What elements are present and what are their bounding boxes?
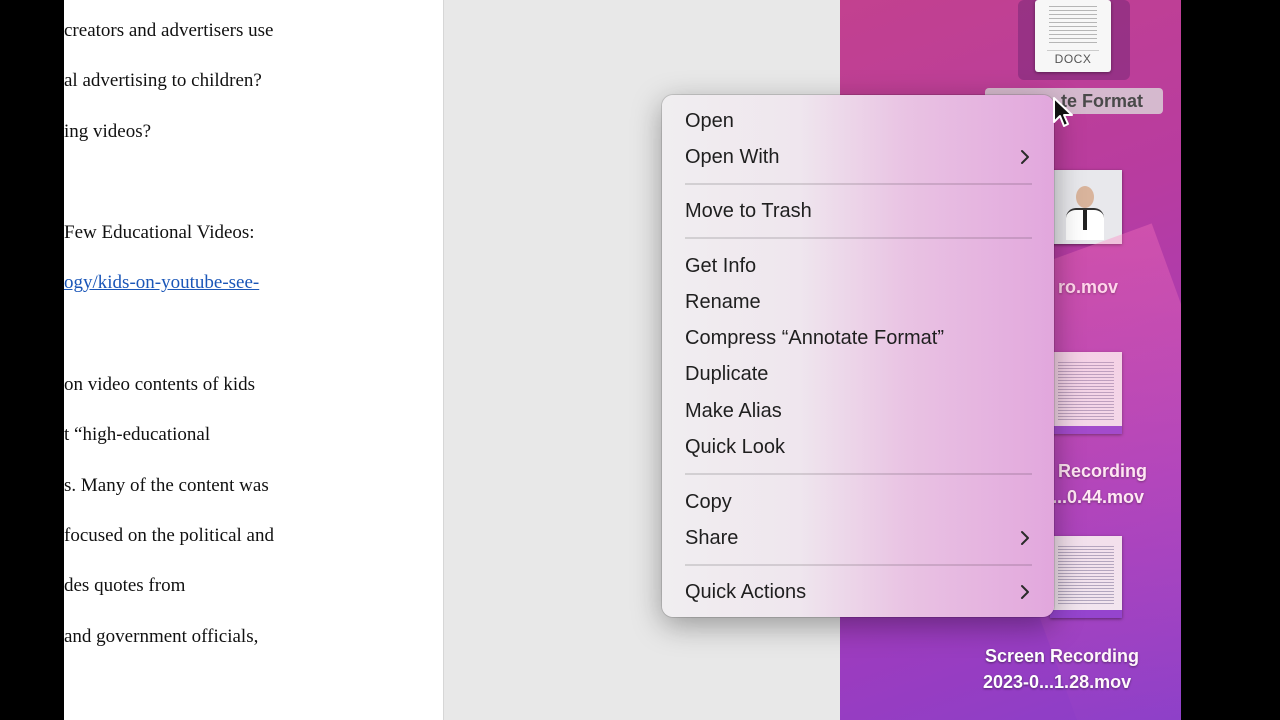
chevron-right-icon xyxy=(1016,523,1034,553)
doc-line: s. Many of the content was xyxy=(64,475,269,496)
menu-item-make-alias[interactable]: Make Alias xyxy=(685,396,1034,426)
docx-badge: DOCX xyxy=(1047,50,1099,66)
docx-file-icon[interactable]: DOCX xyxy=(1035,0,1111,72)
person-head xyxy=(1076,186,1094,208)
menu-item-label: Share xyxy=(685,527,739,549)
menu-item-label: Compress “Annotate Format” xyxy=(685,327,944,349)
document-page: creators and advertisers use al advertis… xyxy=(64,0,443,720)
screen-recording-thumbnail[interactable] xyxy=(1050,536,1122,618)
screen-recording-label-line2[interactable]: 2023-0...1.28.mov xyxy=(983,669,1131,695)
doc-line: focused on the political and xyxy=(64,525,274,546)
context-menu: Open Open With Move to Trash Get Info Re… xyxy=(662,95,1054,617)
menu-item-compress[interactable]: Compress “Annotate Format” xyxy=(685,323,1034,353)
menu-separator xyxy=(685,473,1032,475)
doc-line: Few Educational Videos: xyxy=(64,222,255,243)
doc-line: al advertising to children? xyxy=(64,70,262,91)
chevron-right-icon xyxy=(1016,142,1034,172)
doc-link[interactable]: ogy/kids-on-youtube-see- xyxy=(64,272,259,294)
menu-item-label: Copy xyxy=(685,491,732,513)
menu-separator xyxy=(685,183,1032,185)
screen-border xyxy=(1181,0,1280,720)
pointer-cursor-icon xyxy=(1052,96,1074,135)
screen-recording-thumbnail[interactable] xyxy=(1050,352,1122,434)
screen-recording-label-line2[interactable]: ...0.44.mov xyxy=(1052,484,1144,510)
menu-item-label: Open With xyxy=(685,146,780,168)
screen-preview-lines xyxy=(1058,362,1114,420)
doc-line: t “high-educational xyxy=(64,424,211,445)
menu-item-label: Quick Look xyxy=(685,436,786,458)
docx-preview-lines xyxy=(1049,6,1097,46)
menu-item-quick-actions[interactable]: Quick Actions xyxy=(685,577,1034,607)
menu-item-move-to-trash[interactable]: Move to Trash xyxy=(685,196,1034,226)
menu-item-quick-look[interactable]: Quick Look xyxy=(685,432,1034,462)
menu-item-label: Make Alias xyxy=(685,400,782,422)
menu-item-label: Open xyxy=(685,110,734,132)
doc-line: creators and advertisers use xyxy=(64,20,274,41)
screen-preview-bar xyxy=(1050,610,1122,618)
menu-item-duplicate[interactable]: Duplicate xyxy=(685,359,1034,389)
menu-item-label: Quick Actions xyxy=(685,581,807,603)
doc-line: and government officials, xyxy=(64,626,259,647)
doc-line: ing videos? xyxy=(64,121,152,142)
menu-item-label: Move to Trash xyxy=(685,200,812,222)
menu-item-label: Duplicate xyxy=(685,363,769,385)
menu-item-open[interactable]: Open xyxy=(685,106,1034,136)
menu-item-open-with[interactable]: Open With xyxy=(685,142,1034,172)
menu-separator xyxy=(685,237,1032,239)
video-file-thumbnail[interactable] xyxy=(1050,170,1122,244)
screen-recording-label-line1[interactable]: Screen Recording xyxy=(985,643,1139,669)
menu-separator xyxy=(685,564,1032,566)
chevron-right-icon xyxy=(1016,577,1034,607)
menu-item-share[interactable]: Share xyxy=(685,523,1034,553)
screen-preview-lines xyxy=(1058,546,1114,604)
menu-item-copy[interactable]: Copy xyxy=(685,487,1034,517)
screen-recording-label-line1[interactable]: Recording xyxy=(1058,458,1147,484)
menu-item-rename[interactable]: Rename xyxy=(685,287,1034,317)
video-file-label[interactable]: ro.mov xyxy=(1058,274,1118,300)
doc-line: des quotes from xyxy=(64,575,186,596)
menu-item-get-info[interactable]: Get Info xyxy=(685,251,1034,281)
menu-item-label: Get Info xyxy=(685,255,757,277)
screen-preview-bar xyxy=(1050,426,1122,434)
menu-item-label: Rename xyxy=(685,291,761,313)
doc-line: on video contents of kids xyxy=(64,374,256,395)
person-tie xyxy=(1083,210,1087,230)
